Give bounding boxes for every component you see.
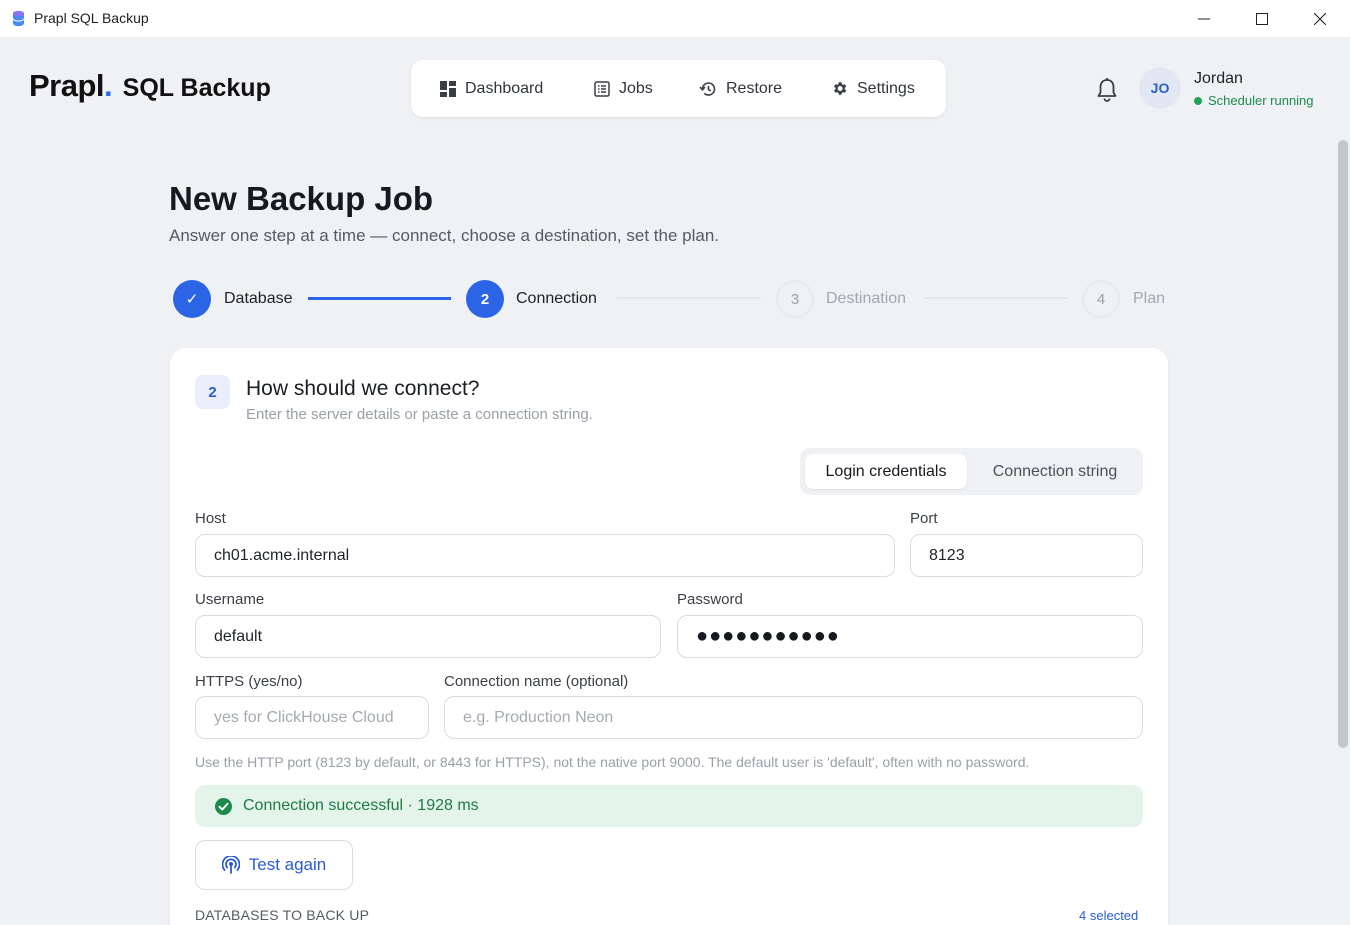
port-input[interactable]: 8123: [910, 534, 1143, 577]
host-label: Host: [195, 510, 226, 527]
minimize-icon: [1198, 18, 1210, 19]
connection-name-input[interactable]: e.g. Production Neon: [444, 696, 1143, 739]
nav-restore-label: Restore: [726, 79, 783, 97]
step-connector-1: [308, 297, 451, 300]
test-again-label: Test again: [248, 855, 327, 874]
host-input[interactable]: ch01.acme.internal: [195, 534, 895, 577]
card-step-badge: 2: [195, 375, 230, 409]
page-subtitle: Answer one step at a time — connect, cho…: [169, 226, 719, 245]
password-input[interactable]: ●●●●●●●●●●●: [677, 615, 1143, 658]
bell-icon[interactable]: [1095, 77, 1119, 103]
step-3-circle: 3: [776, 280, 814, 318]
logo-brand: Prapl: [29, 68, 105, 103]
status-dot: [1194, 96, 1202, 105]
step-1-circle[interactable]: ✓: [173, 280, 211, 318]
nav-jobs-label: Jobs: [619, 79, 653, 97]
list-icon: [594, 80, 610, 97]
logo-dot: .: [104, 68, 113, 103]
logo-product: SQL Backup: [122, 74, 271, 102]
step-connector-3: [925, 297, 1068, 299]
minimize-button[interactable]: [1175, 0, 1233, 37]
step-1-label: Database: [224, 290, 293, 307]
username-label: Username: [195, 591, 265, 608]
maximize-button[interactable]: [1233, 0, 1291, 37]
check-circle-icon: [215, 797, 232, 815]
connection-status-text: Connection successful · 1928 ms: [243, 797, 479, 814]
connection-mode-toggle: Login credentials Connection string: [800, 448, 1143, 495]
window-titlebar: Prapl SQL Backup: [0, 0, 1350, 37]
close-icon: [1314, 12, 1326, 25]
page-title: New Backup Job: [169, 180, 434, 217]
signal-icon: [221, 856, 240, 874]
step-2-label: Connection: [516, 290, 597, 307]
port-label: Port: [910, 510, 938, 527]
gear-icon: [834, 82, 847, 95]
databases-selected-count[interactable]: 4 selected: [1079, 908, 1138, 923]
nav-dashboard[interactable]: Dashboard: [440, 60, 543, 117]
card-title: How should we connect?: [246, 377, 480, 400]
connection-name-label: Connection name (optional): [444, 673, 629, 690]
window-title: Prapl SQL Backup: [34, 10, 149, 26]
tab-login-credentials[interactable]: Login credentials: [805, 454, 967, 489]
scheduler-status: Scheduler running: [1194, 93, 1314, 108]
app-logo: Prapl. SQL Backup: [29, 68, 271, 104]
nav-dashboard-label: Dashboard: [465, 79, 544, 97]
user-name: Jordan: [1194, 70, 1243, 87]
scrollbar-thumb[interactable]: [1338, 140, 1348, 748]
step-connector-2: [617, 297, 761, 299]
test-again-button[interactable]: Test again: [195, 840, 353, 890]
https-label: HTTPS (yes/no): [195, 673, 303, 690]
app-icon: [12, 10, 25, 27]
close-button[interactable]: [1291, 0, 1349, 37]
password-label: Password: [677, 591, 743, 608]
tab-connection-string[interactable]: Connection string: [972, 454, 1138, 489]
nav-restore[interactable]: Restore: [699, 60, 782, 117]
avatar[interactable]: JO: [1139, 67, 1181, 109]
https-input[interactable]: yes for ClickHouse Cloud: [195, 696, 429, 739]
nav-settings[interactable]: Settings: [831, 60, 915, 117]
card-subtitle: Enter the server details or paste a conn…: [246, 406, 593, 423]
connection-hint: Use the HTTP port (8123 by default, or 8…: [195, 754, 1030, 770]
nav-settings-label: Settings: [857, 79, 915, 97]
step-3-label: Destination: [826, 290, 907, 307]
nav-jobs[interactable]: Jobs: [594, 60, 653, 117]
step-2-circle[interactable]: 2: [466, 280, 504, 318]
scheduler-status-label: Scheduler running: [1208, 93, 1314, 108]
maximize-icon: [1256, 12, 1268, 25]
username-input[interactable]: default: [195, 615, 661, 658]
step-4-circle: 4: [1082, 280, 1120, 318]
step-4-label: Plan: [1133, 290, 1166, 307]
dashboard-icon: [440, 80, 456, 97]
restore-icon: [699, 81, 716, 96]
main-nav: Dashboard Jobs Restore Settings: [411, 60, 946, 117]
databases-heading: DATABASES TO BACK UP: [195, 907, 370, 923]
connection-status-banner: Connection successful · 1928 ms: [195, 785, 1143, 827]
